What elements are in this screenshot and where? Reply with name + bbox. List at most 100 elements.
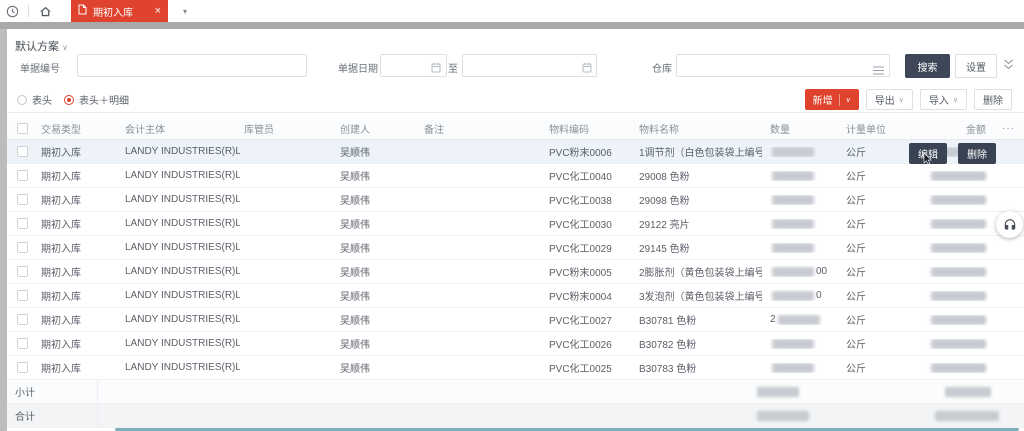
col-warehouse-keeper[interactable]: 库管员 bbox=[240, 121, 336, 136]
cell-material-name: 2膨胀剂（黄色包装袋上编号2） bbox=[635, 264, 762, 279]
col-transaction-type[interactable]: 交易类型 bbox=[37, 121, 121, 136]
cell-creator: 吴顺伟 bbox=[336, 264, 420, 279]
cell-quantity-redacted bbox=[762, 363, 840, 373]
tab-label: 期初入库 bbox=[93, 4, 149, 19]
row-checkbox[interactable] bbox=[17, 338, 28, 349]
calendar-icon[interactable] bbox=[582, 60, 592, 78]
cell-material-code: PVC化工0040 bbox=[545, 168, 635, 183]
cell-material-name: 29098 色粉 bbox=[635, 192, 762, 207]
cell-accounting-entity: LANDY INDUSTRIES(R)LTD bbox=[121, 242, 240, 253]
cell-amount-redacted bbox=[905, 195, 1000, 205]
col-unit[interactable]: 计量单位 bbox=[840, 121, 905, 136]
cell-amount-redacted bbox=[905, 171, 1000, 181]
table-row[interactable]: 期初入库LANDY INDUSTRIES(R)LTD吴顺伟PVC化工0025B3… bbox=[7, 356, 1024, 380]
col-material-code[interactable]: 物料编码 bbox=[545, 121, 635, 136]
cell-unit: 公斤 bbox=[840, 312, 905, 327]
radio-header-detail[interactable]: 表头＋明细 bbox=[64, 92, 129, 107]
table-row[interactable]: 期初入库LANDY INDUSTRIES(R)LTD吴顺伟PVC化工002929… bbox=[7, 236, 1024, 260]
col-amount[interactable]: 金额 bbox=[905, 121, 1000, 136]
cell-material-code: PVC化工0038 bbox=[545, 192, 635, 207]
history-icon[interactable] bbox=[0, 0, 24, 22]
col-creator[interactable]: 创建人 bbox=[336, 121, 420, 136]
filter-scheme-dropdown[interactable]: 默认方案 ∨ bbox=[15, 38, 68, 54]
column-settings-button[interactable]: ··· bbox=[1000, 123, 1024, 134]
cell-accounting-entity: LANDY INDUSTRIES(R)LTD bbox=[121, 194, 240, 205]
cell-creator: 吴顺伟 bbox=[336, 360, 420, 375]
row-checkbox[interactable] bbox=[17, 290, 28, 301]
delete-button[interactable]: 删除 bbox=[974, 89, 1012, 110]
doc-no-input[interactable] bbox=[77, 54, 307, 77]
table-row[interactable]: 期初入库LANDY INDUSTRIES(R)LTD吴顺伟PVC化工0026B3… bbox=[7, 332, 1024, 356]
chevron-down-icon: ∨ bbox=[899, 96, 904, 104]
divider bbox=[839, 94, 840, 106]
col-quantity[interactable]: 数量 bbox=[762, 121, 840, 136]
cell-quantity-redacted bbox=[762, 171, 840, 181]
export-button[interactable]: 导出 ∨ bbox=[866, 89, 913, 110]
row-checkbox[interactable] bbox=[17, 266, 28, 277]
tab-close-icon[interactable]: × bbox=[155, 6, 161, 17]
subtotal-amount-redacted bbox=[945, 387, 991, 397]
doc-no-label: 单据编号 bbox=[20, 60, 60, 75]
import-button[interactable]: 导入 ∨ bbox=[920, 89, 967, 110]
cell-creator: 吴顺伟 bbox=[336, 192, 420, 207]
table-row[interactable]: 期初入库LANDY INDUSTRIES(R)LTD吴顺伟PVC粉末00052膨… bbox=[7, 260, 1024, 284]
divider bbox=[28, 5, 29, 17]
cell-material-code: PVC化工0027 bbox=[545, 312, 635, 327]
tab-list-dropdown-icon[interactable]: ▾ bbox=[176, 7, 194, 16]
cell-material-code: PVC化工0025 bbox=[545, 360, 635, 375]
toolbar: 新增 ∨ 导出 ∨ 导入 ∨ 删除 bbox=[805, 89, 1012, 110]
select-all-checkbox[interactable] bbox=[17, 123, 28, 134]
table-row[interactable]: 期初入库LANDY INDUSTRIES(R)LTD吴顺伟PVC粉末00061调… bbox=[7, 140, 1024, 164]
cell-material-code: PVC化工0030 bbox=[545, 216, 635, 231]
row-checkbox[interactable] bbox=[17, 146, 28, 157]
cell-unit: 公斤 bbox=[840, 192, 905, 207]
table-row[interactable]: 期初入库LANDY INDUSTRIES(R)LTD吴顺伟PVC化工004029… bbox=[7, 164, 1024, 188]
options-row: 表头 表头＋明细 新增 ∨ 导出 ∨ 导入 bbox=[7, 87, 1024, 113]
cell-material-name: 29122 亮片 bbox=[635, 216, 762, 231]
cell-transaction-type: 期初入库 bbox=[37, 192, 121, 207]
row-checkbox[interactable] bbox=[17, 242, 28, 253]
row-delete-button[interactable]: 删除 bbox=[958, 143, 996, 164]
collapse-filters-icon[interactable] bbox=[1003, 58, 1014, 76]
table-row[interactable]: 期初入库LANDY INDUSTRIES(R)LTD吴顺伟PVC化工0027B3… bbox=[7, 308, 1024, 332]
scheme-label: 默认方案 bbox=[15, 41, 59, 53]
row-checkbox[interactable] bbox=[17, 362, 28, 373]
row-checkbox[interactable] bbox=[17, 218, 28, 229]
date-to-input[interactable] bbox=[462, 54, 597, 77]
document-icon bbox=[78, 2, 87, 20]
cell-creator: 吴顺伟 bbox=[336, 312, 420, 327]
cell-amount-redacted bbox=[905, 363, 1000, 373]
cell-accounting-entity: LANDY INDUSTRIES(R)LTD bbox=[121, 266, 240, 277]
warehouse-lookup-input[interactable] bbox=[676, 54, 890, 77]
warehouse-label: 仓库 bbox=[652, 60, 672, 75]
add-button[interactable]: 新增 ∨ bbox=[805, 89, 859, 110]
row-checkbox[interactable] bbox=[17, 314, 28, 325]
col-remark[interactable]: 备注 bbox=[420, 121, 545, 136]
col-accounting-entity[interactable]: 会计主体 bbox=[121, 121, 240, 136]
row-checkbox[interactable] bbox=[17, 194, 28, 205]
settings-button[interactable]: 设置 bbox=[955, 54, 997, 78]
cell-material-code: PVC粉末0005 bbox=[545, 264, 635, 279]
table-row[interactable]: 期初入库LANDY INDUSTRIES(R)LTD吴顺伟PVC化工003029… bbox=[7, 212, 1024, 236]
table-row[interactable]: 期初入库LANDY INDUSTRIES(R)LTD 吴顺伟 PVC化工003829… bbox=[7, 188, 1024, 212]
calendar-icon[interactable] bbox=[431, 60, 441, 78]
data-table: 交易类型 会计主体 库管员 创建人 备注 物料编码 物料名称 数量 计量单位 金… bbox=[7, 118, 1024, 428]
import-button-label: 导入 bbox=[929, 92, 949, 107]
customer-service-button[interactable] bbox=[996, 211, 1023, 238]
tab-initial-stock-in[interactable]: 期初入库 × bbox=[71, 0, 168, 22]
cell-accounting-entity: LANDY INDUSTRIES(R)LTD bbox=[121, 218, 240, 229]
subtotal-label: 小计 bbox=[7, 380, 98, 403]
view-mode-radios: 表头 表头＋明细 bbox=[17, 92, 129, 107]
cell-creator: 吴顺伟 bbox=[336, 216, 420, 231]
cell-transaction-type: 期初入库 bbox=[37, 288, 121, 303]
date-to-label: 至 bbox=[448, 60, 458, 75]
row-checkbox[interactable] bbox=[17, 170, 28, 181]
lookup-list-icon[interactable] bbox=[873, 62, 884, 80]
home-icon[interactable] bbox=[33, 0, 57, 22]
search-button[interactable]: 搜索 bbox=[905, 54, 950, 78]
table-row[interactable]: 期初入库LANDY INDUSTRIES(R)LTD吴顺伟PVC粉末00043发… bbox=[7, 284, 1024, 308]
cell-accounting-entity: LANDY INDUSTRIES(R)LTD bbox=[121, 290, 240, 301]
radio-header-only[interactable]: 表头 bbox=[17, 92, 52, 107]
cell-transaction-type: 期初入库 bbox=[37, 144, 121, 159]
col-material-name[interactable]: 物料名称 bbox=[635, 121, 762, 136]
